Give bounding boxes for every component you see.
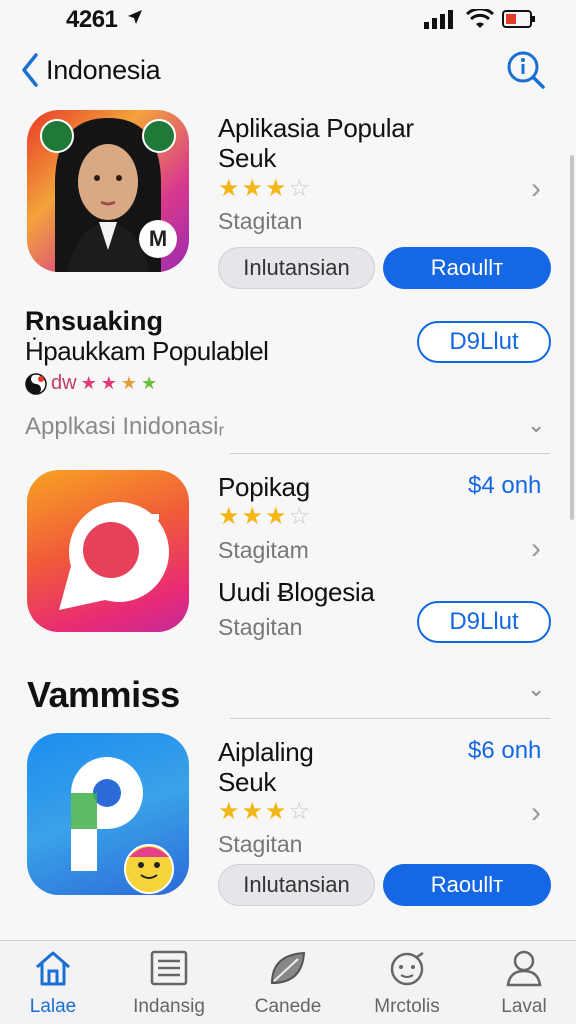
featured-secondary-button[interactable]: Inlutansian <box>218 247 375 289</box>
featured-badge: M <box>139 220 177 258</box>
divider <box>230 718 550 719</box>
nav-bar: Indonesia <box>0 48 576 98</box>
star-icon: ★ <box>218 798 240 825</box>
chevron-down-icon[interactable]: ⌄ <box>527 412 545 438</box>
tab-label: Laval <box>501 996 547 1017</box>
chevron-right-icon[interactable]: › <box>531 796 541 830</box>
home-icon <box>36 951 70 986</box>
tab-laval[interactable]: Laval <box>474 949 574 1018</box>
ranking-meta: dw ★ ★ ★ ★ <box>25 372 157 395</box>
ranking-meta-text: dw <box>51 372 77 394</box>
star-icon: ★ <box>241 175 264 202</box>
info-search-icon[interactable] <box>506 50 546 90</box>
star-icon: ★ <box>218 175 240 202</box>
app2-rating: ★ ★ ★ ☆ <box>218 505 310 529</box>
face-icon <box>390 951 424 986</box>
app2-button[interactable]: D9Llut <box>417 601 551 643</box>
wifi-icon <box>466 9 494 28</box>
tab-label: Lalae <box>29 996 77 1017</box>
tab-indansig[interactable]: Indansig <box>119 949 219 1018</box>
battery-icon <box>502 10 535 28</box>
camera-logo-icon <box>59 502 169 610</box>
ranking-title-line2: Ḣpaukkam Populablel <box>25 336 269 366</box>
app2-icon[interactable] <box>27 470 189 632</box>
status-icons <box>424 9 536 29</box>
app3-title-line2: Seuk <box>218 767 277 797</box>
tab-mrctolis[interactable]: Mrctolis <box>357 949 457 1018</box>
star-icon: ★ <box>241 798 264 825</box>
app3-subtitle: Stagitan <box>218 831 303 857</box>
list-icon <box>150 950 188 986</box>
location-arrow-icon <box>128 10 142 24</box>
tab-lalae[interactable]: Lalae <box>3 949 103 1018</box>
star-empty-icon: ☆ <box>288 175 311 202</box>
scroll-indicator[interactable] <box>570 155 574 520</box>
divider <box>230 453 550 454</box>
chevron-down-icon[interactable]: ⌄ <box>527 676 545 702</box>
tab-canede[interactable]: Canede <box>238 949 338 1018</box>
tab-bar: Lalae Indansig Canede Mrctolis Laval <box>0 940 576 1024</box>
star-icon: ★ <box>141 373 158 393</box>
star-icon: ★ <box>80 373 97 393</box>
app3-primary-button[interactable]: Raoullт <box>383 864 551 906</box>
chevron-left-icon <box>22 53 38 87</box>
status-time: 4261 <box>66 6 118 33</box>
star-icon: ★ <box>265 175 287 202</box>
featured-title-line2: Seuk <box>218 143 277 173</box>
nav-title: Indonesia <box>46 54 161 85</box>
tab-label: Mrctolis <box>374 996 440 1017</box>
app3-icon[interactable] <box>27 733 189 895</box>
app3-rating: ★ ★ ★ ☆ <box>218 800 310 824</box>
leaf-icon <box>270 951 306 985</box>
featured-rating: ★ ★ ★ ☆ <box>218 177 310 201</box>
app2-subtitle2: Stagitan <box>218 614 303 640</box>
star-icon: ★ <box>120 373 137 393</box>
featured-app-icon[interactable]: M <box>27 110 189 272</box>
star-icon: ★ <box>100 373 117 393</box>
star-empty-icon: ☆ <box>288 798 311 825</box>
chevron-right-icon[interactable]: › <box>531 532 541 566</box>
yin-yang-icon <box>25 372 47 395</box>
app2-subtitle: Stagitam <box>218 537 309 563</box>
featured-subtitle: Stagitan <box>218 208 303 234</box>
star-icon: ★ <box>265 503 287 530</box>
star-empty-icon: ☆ <box>288 503 311 530</box>
star-icon: ★ <box>241 503 264 530</box>
featured-title-line1: Aplikasia Popular <box>218 113 414 143</box>
app3-price[interactable]: $6 onh <box>468 737 541 765</box>
tab-label: Indansig <box>133 996 205 1017</box>
signal-icon <box>424 10 453 29</box>
status-bar: 4261 <box>0 0 576 40</box>
app3-title-line1: Aiplaling <box>218 737 314 767</box>
ranking-title-line1: Rnsuaking <box>25 306 164 336</box>
badge-letter: M <box>148 226 168 251</box>
app2-title2: Uudi Ƀlogesia <box>218 577 375 607</box>
app3-secondary-button[interactable]: Inlutansian <box>218 864 375 906</box>
app2-price[interactable]: $4 onh <box>468 472 541 500</box>
featured-primary-button[interactable]: Raoullт <box>383 247 551 289</box>
section-vammiss-title: Vammiss <box>27 674 180 715</box>
ranking-button[interactable]: D9Llut <box>417 321 551 363</box>
section-apps-title: Applkasi Inidonasiᵣ <box>25 413 225 440</box>
app2-title: Popikag <box>218 472 310 502</box>
star-icon: ★ <box>218 503 240 530</box>
p-logo-icon <box>71 757 174 894</box>
chevron-right-icon[interactable]: › <box>531 172 541 206</box>
person-icon <box>506 950 542 987</box>
tab-label: Canede <box>254 996 322 1017</box>
back-button[interactable]: Indonesia <box>20 52 161 88</box>
star-icon: ★ <box>265 798 287 825</box>
